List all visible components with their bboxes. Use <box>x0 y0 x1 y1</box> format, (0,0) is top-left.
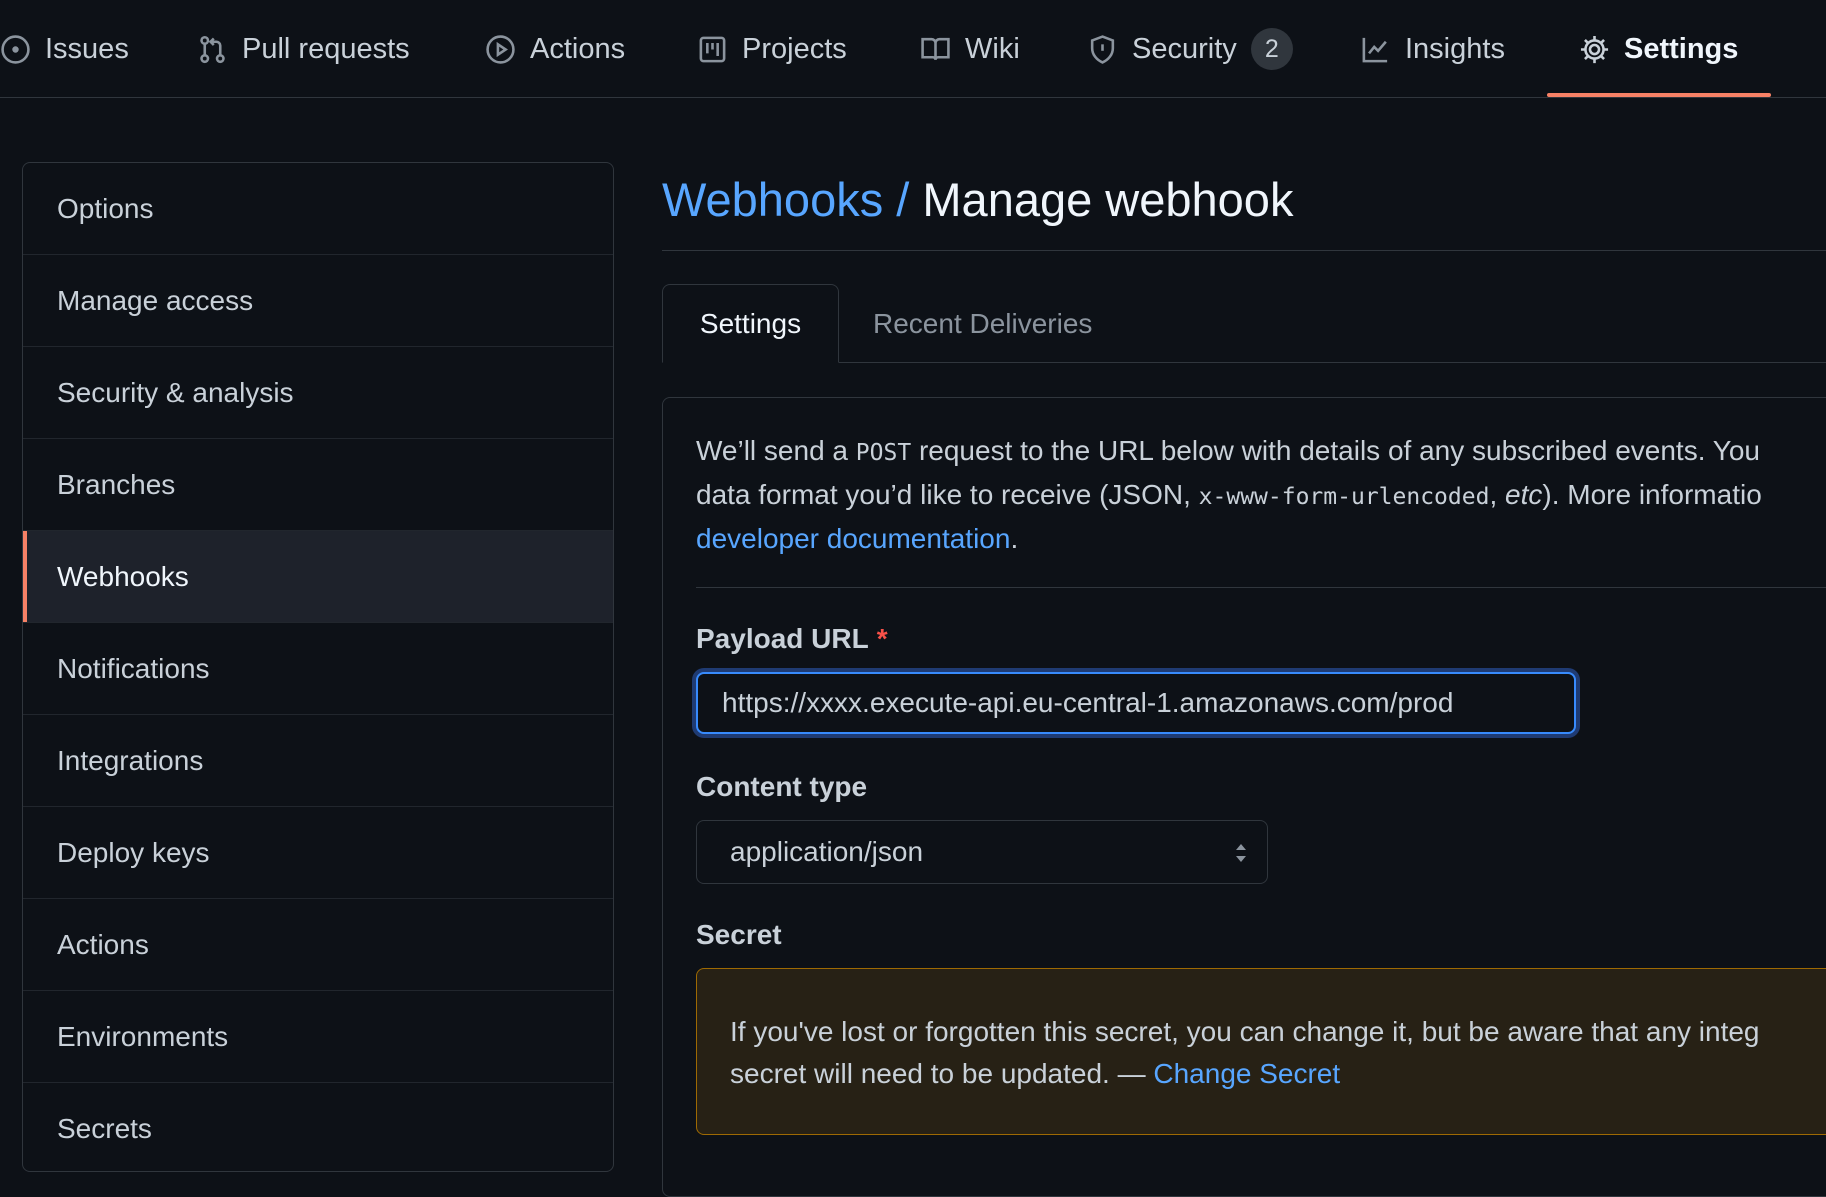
page-title: Webhooks / Manage webhook <box>662 172 1293 227</box>
breadcrumb-webhooks-link[interactable]: Webhooks <box>662 173 883 226</box>
content-type-select[interactable]: application/json <box>696 820 1268 884</box>
tab-label: Pull requests <box>242 32 410 65</box>
sidebar-item-actions[interactable]: Actions <box>23 899 613 991</box>
tab-label: Security <box>1132 32 1237 65</box>
repo-nav: Issues Pull requests Actions Projects Wi… <box>0 0 1826 98</box>
tab-insights[interactable]: Insights <box>1360 0 1505 98</box>
change-secret-link[interactable]: Change Secret <box>1153 1058 1340 1089</box>
sidebar-item-notifications[interactable]: Notifications <box>23 623 613 715</box>
intro-divider <box>696 587 1826 588</box>
content-type-value: application/json <box>730 836 924 867</box>
payload-url-input[interactable] <box>696 672 1576 734</box>
security-count-badge: 2 <box>1250 28 1293 70</box>
post-code: POST <box>855 440 912 466</box>
secret-warning-line-2: secret will need to be updated. — Change… <box>730 1053 1826 1095</box>
tab-label: Actions <box>530 32 626 65</box>
sidebar-item-security-analysis[interactable]: Security & analysis <box>23 347 613 439</box>
tab-pull-requests[interactable]: Pull requests <box>197 0 410 98</box>
play-icon <box>486 34 515 64</box>
tab-webhook-settings[interactable]: Settings <box>662 284 839 363</box>
intro-text-part: data format you’d like to receive (JSON, <box>696 479 1199 510</box>
secret-warning-text: secret will need to be updated. — <box>730 1058 1154 1089</box>
sidebar-item-integrations[interactable]: Integrations <box>23 715 613 807</box>
secret-label: Secret <box>696 919 782 950</box>
tab-issues[interactable]: Issues <box>0 0 129 98</box>
tab-projects[interactable]: Projects <box>697 0 847 98</box>
tab-label: Issues <box>45 32 129 65</box>
sidebar-item-environments[interactable]: Environments <box>23 991 613 1083</box>
intro-text-part: request to the URL below with details of… <box>911 435 1760 466</box>
breadcrumb-separator: / <box>883 173 923 226</box>
intro-line-1: We’ll send a POST request to the URL bel… <box>696 430 1826 474</box>
settings-sidebar: Options Manage access Security & analysi… <box>22 162 614 1172</box>
tab-actions[interactable]: Actions <box>485 0 625 98</box>
intro-text-part: ). More informatio <box>1542 479 1762 510</box>
issue-icon <box>1 34 30 64</box>
intro-text: We’ll send a POST request to the URL bel… <box>696 430 1826 560</box>
required-asterisk: * <box>876 623 888 654</box>
secret-warning-line-1: If you've lost or forgotten this secret,… <box>730 1016 1760 1047</box>
payload-url-label: Payload URL * <box>696 623 888 655</box>
tab-label: Insights <box>1405 32 1505 65</box>
tab-settings[interactable]: Settings <box>1579 0 1738 98</box>
title-divider <box>662 250 1826 251</box>
sidebar-item-secrets[interactable]: Secrets <box>23 1083 613 1171</box>
tab-wiki[interactable]: Wiki <box>920 0 1020 98</box>
payload-url-label-text: Payload URL <box>696 623 869 654</box>
active-tab-underline <box>1547 93 1771 97</box>
sidebar-item-manage-access[interactable]: Manage access <box>23 255 613 347</box>
tab-label: Projects <box>742 32 847 65</box>
project-icon <box>699 36 726 62</box>
tab-label: Settings <box>1624 32 1739 65</box>
developer-documentation-link[interactable]: developer documentation <box>696 523 1010 554</box>
graph-icon <box>1362 37 1388 62</box>
book-icon <box>921 37 950 60</box>
breadcrumb-current: Manage webhook <box>922 173 1294 226</box>
sidebar-item-webhooks[interactable]: Webhooks <box>23 531 613 623</box>
intro-line-3: developer documentation. <box>696 518 1826 560</box>
intro-text-part: , <box>1489 479 1506 510</box>
sidebar-item-options[interactable]: Options <box>23 163 613 255</box>
intro-text-part: We’ll send a <box>696 435 856 466</box>
shield-icon <box>1090 34 1115 64</box>
sidebar-item-branches[interactable]: Branches <box>23 439 613 531</box>
tab-security[interactable]: Security 2 <box>1087 0 1293 98</box>
select-arrows-icon <box>1236 844 1246 862</box>
etc-emphasis: etc <box>1505 479 1543 510</box>
intro-line-2: data format you’d like to receive (JSON,… <box>696 474 1826 518</box>
sidebar-item-deploy-keys[interactable]: Deploy keys <box>23 807 613 899</box>
content-type-label: Content type <box>696 771 868 802</box>
tab-recent-deliveries[interactable]: Recent Deliveries <box>873 284 1092 363</box>
urlencoded-code: x-www-form-urlencoded <box>1198 484 1490 510</box>
gear-icon <box>1580 35 1609 63</box>
pull-request-icon <box>200 35 225 63</box>
intro-text-part: . <box>1010 523 1019 554</box>
secret-warning-box: If you've lost or forgotten this secret,… <box>696 968 1826 1135</box>
tab-label: Wiki <box>965 32 1020 65</box>
